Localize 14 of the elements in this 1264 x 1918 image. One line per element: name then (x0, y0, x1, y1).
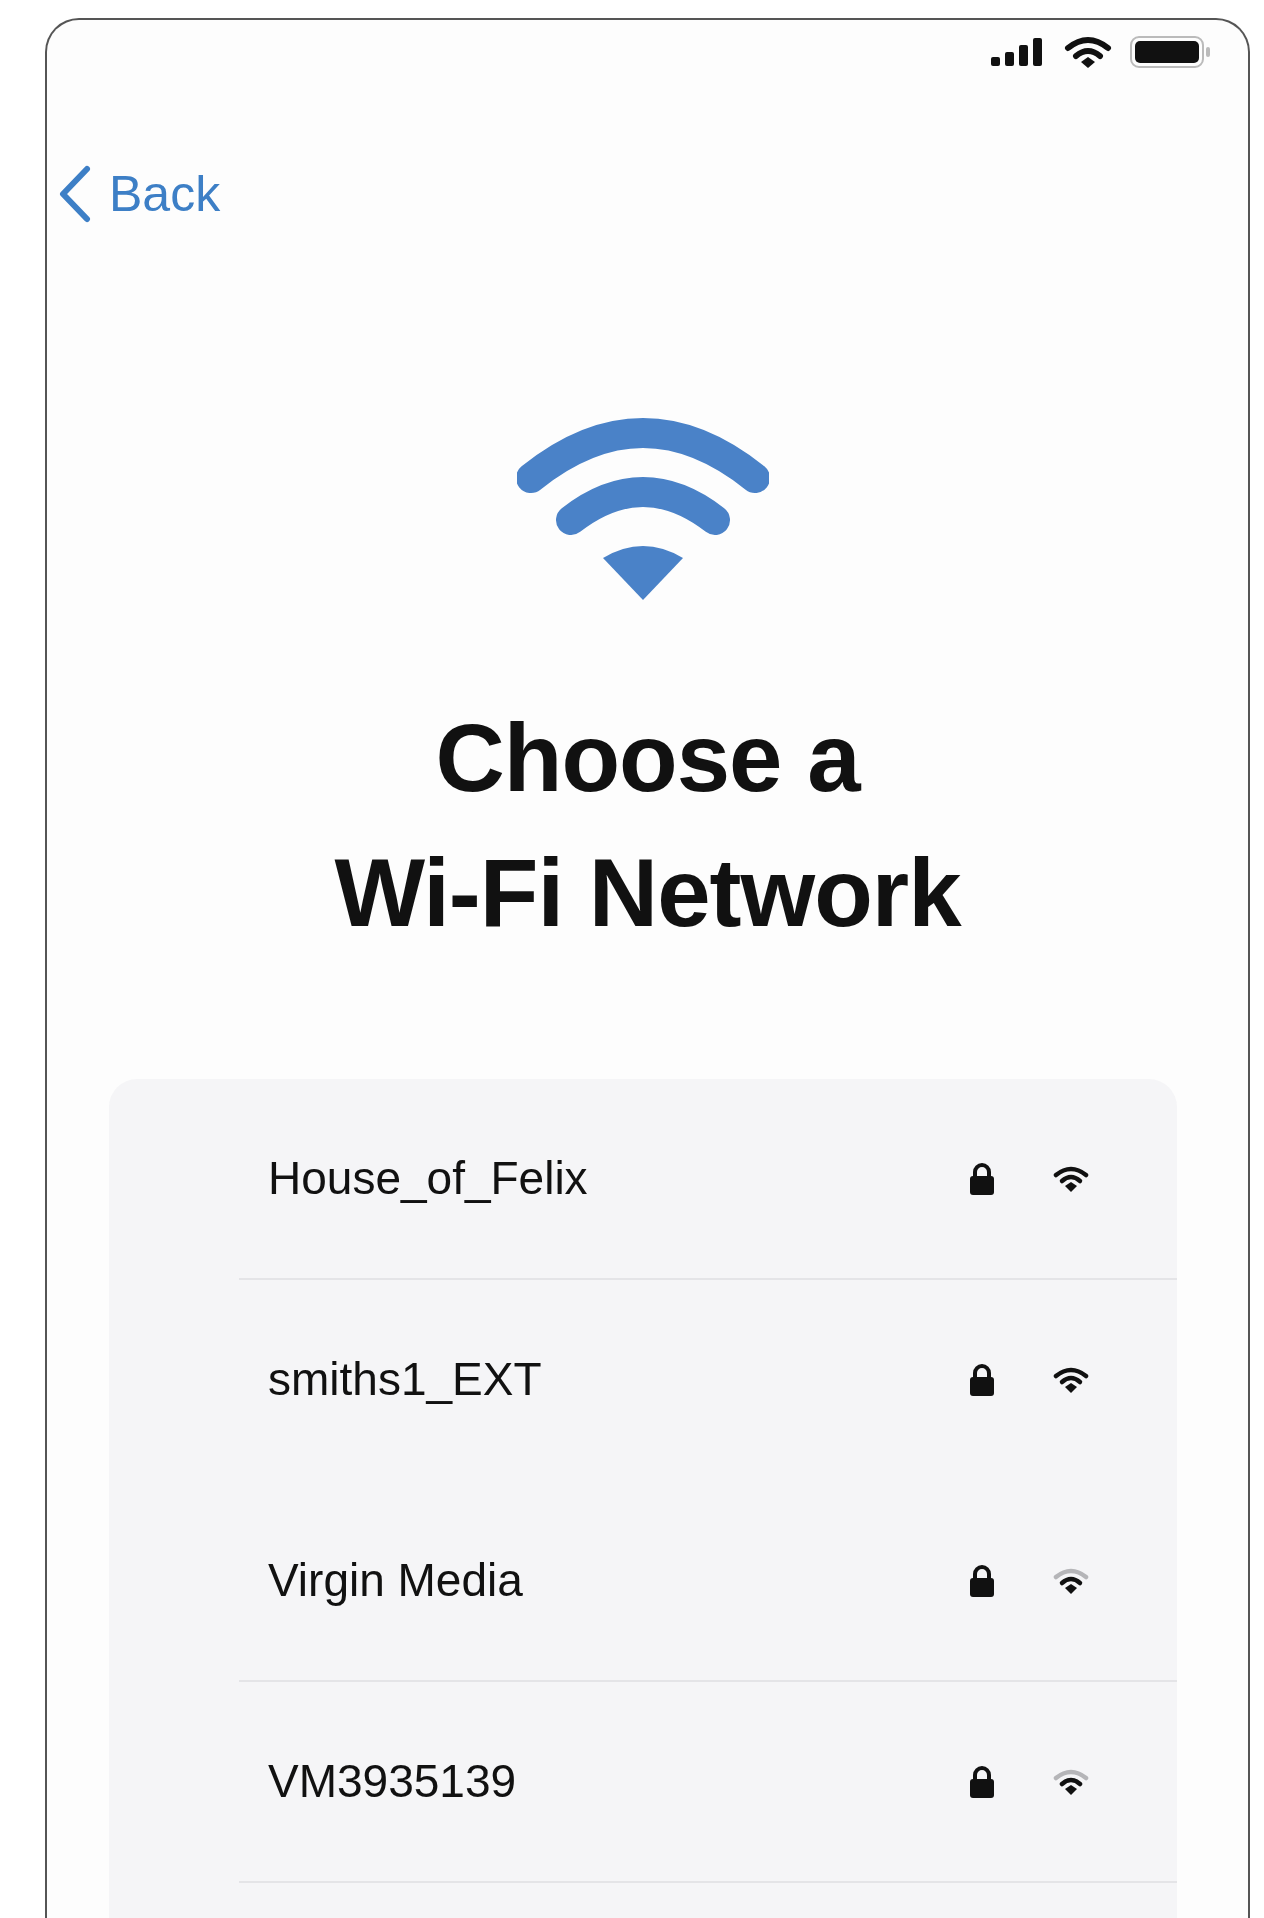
network-name: Virgin Media (268, 1553, 524, 1608)
page-title: Choose a Wi-Fi Network (333, 703, 963, 948)
network-name: House_of_Felix (268, 1151, 589, 1206)
network-row[interactable]: smiths1_EXT (239, 1280, 1177, 1481)
network-name: VM3935139 (268, 1754, 518, 1809)
network-row[interactable]: Virgin Media (239, 1481, 1177, 1682)
back-button[interactable]: Back (57, 164, 221, 224)
chevron-left-icon (57, 165, 91, 223)
network-row[interactable]: VM3935139 (239, 1682, 1177, 1883)
wifi-status-icon (1064, 35, 1112, 69)
network-name: smiths1_EXT (268, 1352, 543, 1407)
wifi-icon (516, 418, 769, 602)
network-row[interactable]: House_of_Felix (239, 1079, 1177, 1280)
battery-icon (1130, 36, 1212, 68)
